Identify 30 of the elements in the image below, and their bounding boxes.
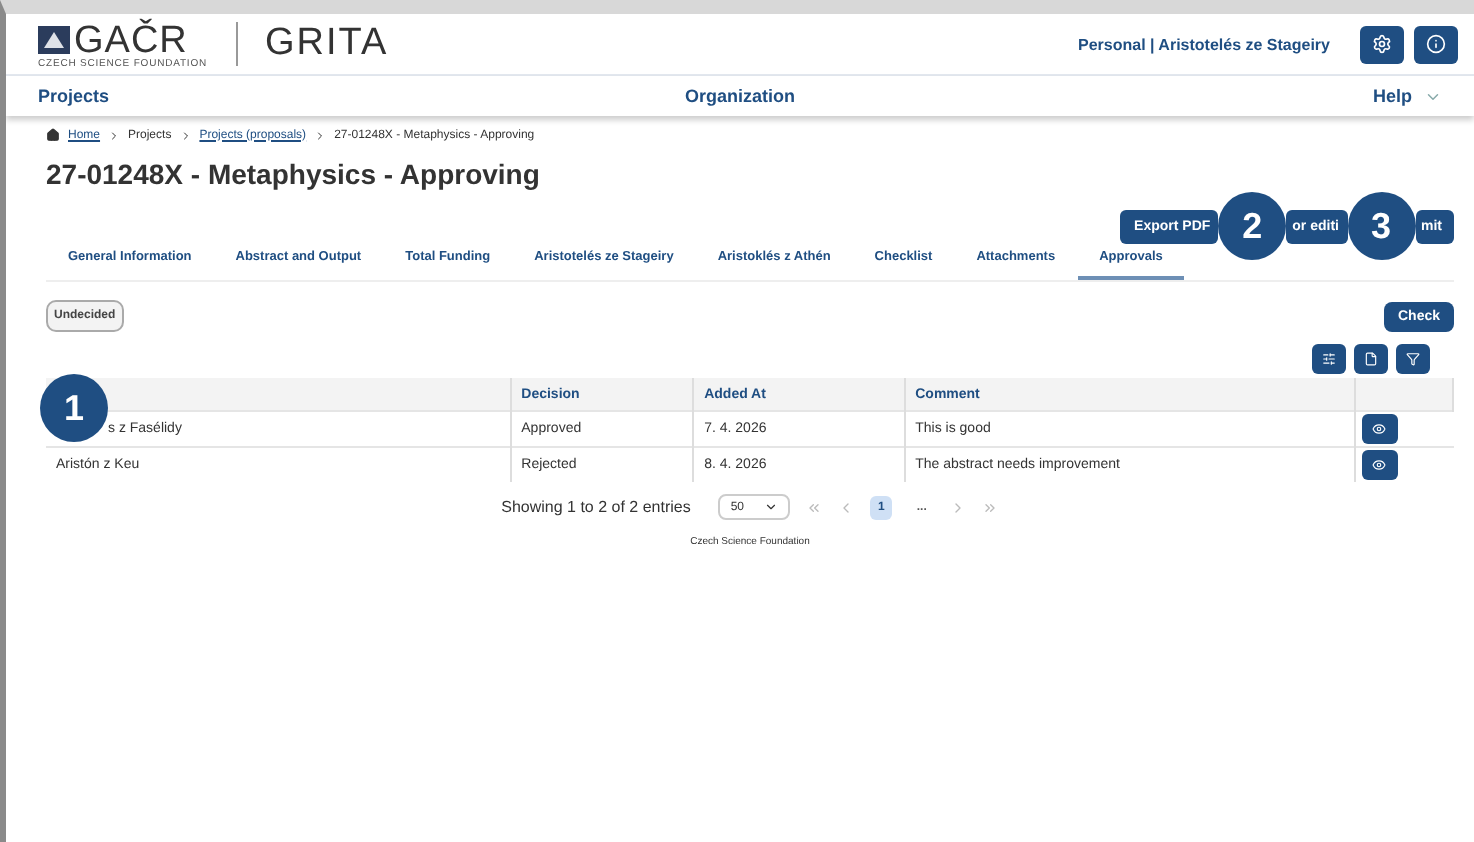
callout-badge: 3 bbox=[1347, 192, 1415, 260]
settings-icon bbox=[1372, 34, 1392, 54]
page-title: 27-01248X - Metaphysics - Approving bbox=[46, 158, 542, 190]
logo-icon bbox=[38, 26, 70, 54]
chevron-right-icon bbox=[108, 129, 121, 141]
eye-icon bbox=[1372, 458, 1387, 472]
user-name: Personal | Aristotelés ze Stageiry bbox=[1078, 35, 1330, 53]
help-menu[interactable]: Help bbox=[1372, 86, 1412, 106]
sliders-button[interactable] bbox=[1312, 344, 1346, 374]
callout-badge: 2 bbox=[1218, 192, 1287, 260]
eye-icon bbox=[1372, 422, 1387, 436]
logo-text: GAČR bbox=[74, 21, 188, 59]
chevron-right-icon bbox=[314, 129, 327, 141]
info-button[interactable] bbox=[1414, 25, 1458, 63]
home-icon bbox=[46, 128, 60, 142]
view-button[interactable] bbox=[1361, 414, 1398, 444]
filter-button[interactable] bbox=[1396, 344, 1430, 374]
sliders-icon bbox=[1322, 352, 1336, 366]
entries-summary: Showing 1 to 2 of 2 entries bbox=[501, 498, 691, 516]
file-icon bbox=[1364, 352, 1378, 366]
file-button[interactable] bbox=[1354, 344, 1388, 374]
filter-icon bbox=[1406, 352, 1420, 366]
app-name: GRITA bbox=[265, 22, 389, 66]
nav-link[interactable]: Organization bbox=[684, 86, 795, 106]
nav-link[interactable]: Projects bbox=[38, 86, 685, 106]
chevron-down-icon bbox=[764, 500, 779, 514]
settings-button[interactable] bbox=[1360, 25, 1404, 63]
info-icon bbox=[1426, 34, 1446, 54]
view-button[interactable] bbox=[1361, 450, 1398, 480]
chevron-right-icon bbox=[179, 129, 192, 141]
